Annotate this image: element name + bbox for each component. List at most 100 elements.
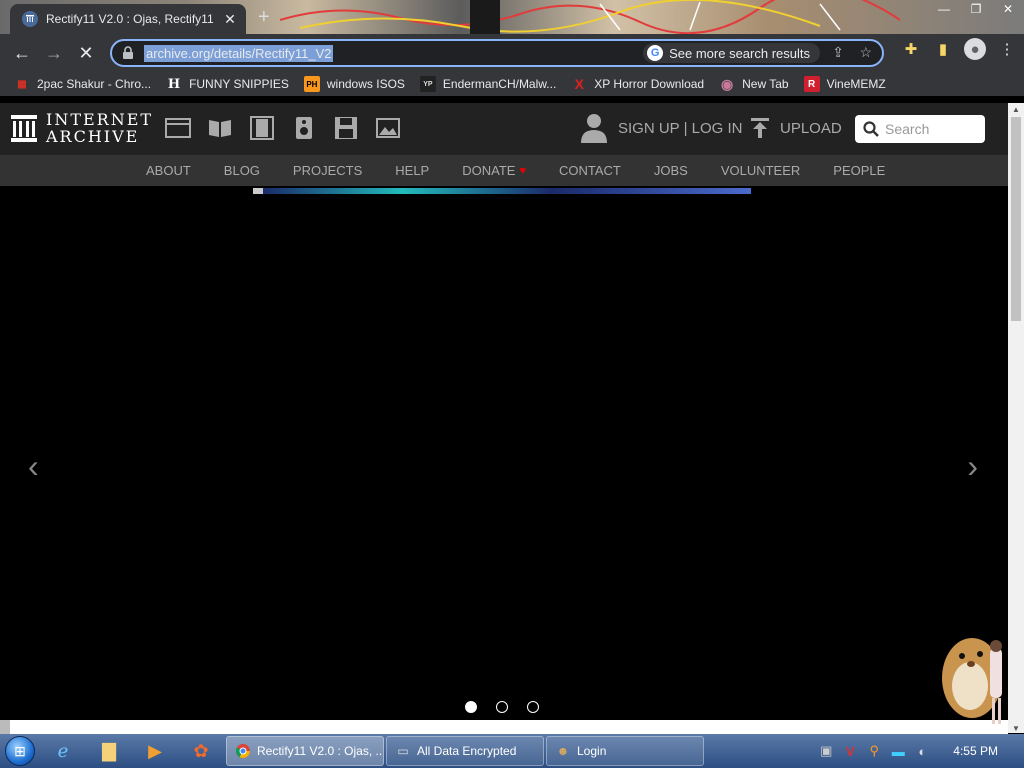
logo-line-2: ARCHIVE	[46, 127, 140, 146]
system-tray: ▣ V ⚲ ▬ ◐ 4:55 PM	[817, 734, 1024, 768]
internet-explorer-icon[interactable]: ℯ	[40, 736, 86, 766]
carousel-prev-chevron-icon[interactable]: ‹	[28, 448, 39, 485]
forward-arrow-icon[interactable]: →	[38, 37, 70, 69]
menu-kebab-icon[interactable]: ⋮	[996, 38, 1018, 60]
task-label: All Data Encrypted	[417, 744, 517, 758]
ph-icon: PH	[303, 76, 320, 92]
bookmark-item[interactable]: ◉ New Tab	[719, 76, 789, 92]
search-chip-label: See more search results	[669, 45, 810, 61]
new-tab-button[interactable]: +	[258, 6, 270, 29]
logo-line-1: INTERNET	[46, 110, 154, 129]
browser-tab[interactable]: Rectify11 V2.0 : Ojas, Rectify11 T ✕	[10, 4, 246, 34]
h-icon: H	[167, 76, 181, 92]
account-link[interactable]: SIGN UP | LOG IN	[580, 112, 742, 144]
carousel-image-edge	[253, 188, 751, 194]
side-panel-icon[interactable]: ▮	[932, 38, 954, 60]
login-icon: ☻	[556, 744, 570, 758]
upload-link[interactable]: UPLOAD	[750, 117, 842, 139]
task-label: Rectify11 V2.0 : Ojas, ...	[257, 744, 384, 758]
carousel-dot[interactable]	[496, 701, 508, 713]
nav-contact[interactable]: CONTACT	[559, 163, 621, 178]
video-film-icon[interactable]	[249, 115, 275, 141]
bookmark-star-icon[interactable]: ☆	[859, 44, 872, 61]
start-button[interactable]: ⊞	[0, 734, 40, 768]
tab-strip: Rectify11 V2.0 : Ojas, Rectify11 T ✕ + —…	[0, 0, 1024, 34]
nav-donate[interactable]: DONATE ♥	[462, 163, 526, 178]
software-floppy-icon[interactable]	[333, 115, 359, 141]
browser-toolbar: ← → ✕ archive.org/details/Rectify11_V2 G…	[0, 34, 1024, 72]
nav-projects[interactable]: PROJECTS	[293, 163, 362, 178]
profile-avatar[interactable]: ●	[964, 38, 986, 60]
address-bar[interactable]: archive.org/details/Rectify11_V2 G See m…	[110, 39, 884, 67]
x-icon: X	[574, 76, 584, 92]
v-app-icon[interactable]: V	[841, 742, 859, 760]
tab-close-icon[interactable]: ✕	[222, 11, 238, 28]
ia-search-input[interactable]: Search	[855, 115, 985, 143]
images-photo-icon[interactable]	[375, 115, 401, 141]
taskbar-login-window[interactable]: ☻ Login	[546, 736, 704, 766]
nav-donate-label: DONATE	[462, 163, 516, 178]
calendar-icon: ▦	[17, 78, 27, 90]
bookmark-item[interactable]: YP EndermanCH/Malw...	[419, 76, 556, 92]
bookmark-item[interactable]: X XP Horror Download	[571, 76, 705, 92]
signup-login-label[interactable]: SIGN UP | LOG IN	[618, 120, 742, 137]
file-explorer-folder-icon[interactable]: ▇	[86, 736, 132, 766]
taskbar-chrome-window[interactable]: Rectify11 V2.0 : Ojas, ...	[226, 736, 384, 766]
minimize-button[interactable]: —	[928, 0, 960, 18]
paint-app-icon[interactable]: ✿	[178, 736, 224, 766]
carousel: ‹ ›	[0, 186, 1008, 720]
horizontal-scrollbar[interactable]	[0, 720, 1008, 734]
yp-icon: YP	[419, 76, 436, 92]
back-arrow-icon[interactable]: ←	[6, 37, 38, 69]
display-icon[interactable]: ▬	[889, 742, 907, 760]
media-player-icon[interactable]: ▶	[132, 736, 178, 766]
hscroll-thumb[interactable]	[0, 720, 10, 734]
web-icon[interactable]	[165, 115, 191, 141]
bookmark-item[interactable]: ▦ 2pac Shakur - Chro...	[14, 76, 151, 92]
restore-button[interactable]: ❐	[960, 0, 992, 18]
carousel-dots	[465, 701, 539, 713]
audio-speaker-icon[interactable]	[291, 115, 317, 141]
nav-people[interactable]: PEOPLE	[833, 163, 885, 178]
texts-book-icon[interactable]	[207, 115, 233, 141]
nav-volunteer[interactable]: VOLUNTEER	[721, 163, 800, 178]
archive-favicon-icon	[22, 11, 38, 27]
carousel-dot[interactable]	[527, 701, 539, 713]
bookmark-item[interactable]: R VineMEMZ	[803, 76, 886, 92]
search-tool-icon[interactable]: ⚲	[865, 742, 883, 760]
bookmarks-bar: ▦ 2pac Shakur - Chro... H FUNNY SNIPPIES…	[0, 72, 1024, 96]
taskbar-all-data-encrypted-window[interactable]: ▭ All Data Encrypted	[386, 736, 544, 766]
url-text[interactable]: archive.org/details/Rectify11_V2	[144, 44, 334, 62]
see-more-search-results-button[interactable]: G See more search results	[643, 43, 820, 63]
extensions-puzzle-icon[interactable]: ✚	[900, 38, 922, 60]
internet-archive-logo[interactable]: INTERNET ARCHIVE	[10, 111, 153, 145]
scroll-up-icon[interactable]: ▲	[1012, 105, 1020, 114]
volume-icon[interactable]: ◐	[913, 742, 931, 760]
nav-about[interactable]: ABOUT	[146, 163, 191, 178]
nav-jobs[interactable]: JOBS	[654, 163, 688, 178]
close-window-button[interactable]: ✕	[992, 0, 1024, 18]
share-icon[interactable]: ⇪	[832, 44, 844, 61]
page-content: INTERNET ARCHIVE SIGN UP | LOG IN UPLOAD	[0, 103, 1008, 720]
bookmark-label: FUNNY SNIPPIES	[189, 77, 289, 91]
clock[interactable]: 4:55 PM	[953, 744, 998, 758]
stop-loading-icon[interactable]: ✕	[70, 37, 102, 69]
network-icon[interactable]: ▣	[817, 742, 835, 760]
window-controls: — ❐ ✕	[928, 0, 1024, 18]
bookmark-item[interactable]: H FUNNY SNIPPIES	[166, 76, 289, 92]
r-icon: R	[803, 76, 820, 92]
bookmark-item[interactable]: PH windows ISOS	[303, 76, 405, 92]
bookmark-label: 2pac Shakur - Chro...	[37, 77, 152, 91]
ia-header: INTERNET ARCHIVE SIGN UP | LOG IN UPLOAD	[0, 103, 1008, 155]
nav-blog[interactable]: BLOG	[224, 163, 260, 178]
carousel-next-chevron-icon[interactable]: ›	[967, 448, 978, 485]
chrome-icon	[235, 743, 251, 759]
bookmark-label: windows ISOS	[326, 77, 405, 91]
heart-icon: ♥	[519, 164, 526, 177]
desktop-hamster-mascot-icon	[942, 638, 1002, 724]
ia-nav-bar: ABOUT BLOG PROJECTS HELP DONATE ♥ CONTACT…	[0, 155, 1008, 186]
bookmark-label: XP Horror Download	[594, 77, 705, 91]
scrollbar-thumb[interactable]	[1011, 117, 1021, 321]
carousel-dot[interactable]	[465, 701, 477, 713]
nav-help[interactable]: HELP	[395, 163, 429, 178]
